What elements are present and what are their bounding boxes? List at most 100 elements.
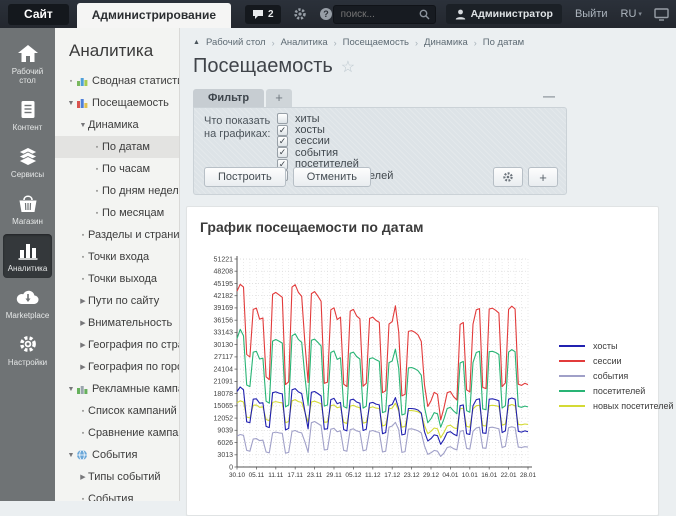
svg-text:33143: 33143 — [214, 330, 234, 337]
sidebar-item-label: Аналитика — [8, 264, 48, 273]
breadcrumb-separator: › — [474, 38, 477, 48]
store-basket-icon — [17, 194, 39, 213]
checkbox-checked[interactable]: ✓ — [277, 147, 288, 158]
sidebar-item-по-дням-недели[interactable]: ▪ По дням недели — [55, 180, 179, 202]
svg-text:30130: 30130 — [214, 342, 234, 349]
help-button[interactable]: ? — [319, 7, 333, 21]
svg-text:23.12: 23.12 — [404, 472, 420, 479]
sidebar-item-label: По месяцам — [102, 207, 164, 219]
sidebar-item-точки-входа[interactable]: ▪ Точки входа — [55, 246, 179, 268]
sidebar-item-label: Внимательность — [88, 317, 172, 329]
sidebar-item-разделы-и-страницы[interactable]: ▪ Разделы и страницы — [55, 224, 179, 246]
sidebar-item-по-месяцам[interactable]: ▪ По месяцам — [55, 202, 179, 224]
legend-item: события — [559, 371, 673, 381]
sidebar-item-типы-событий[interactable]: ▶ Типы событий — [55, 466, 179, 488]
store-icon — [17, 193, 39, 213]
gear-icon — [18, 334, 38, 354]
logout-link[interactable]: Выйти — [575, 8, 608, 20]
sidebar-item-layers[interactable]: Сервисы — [3, 140, 52, 184]
breadcrumb-item[interactable]: Динамика — [424, 37, 468, 48]
layers-icon — [17, 146, 39, 166]
sidebar-item-store[interactable]: Магазин — [3, 187, 52, 231]
user-menu-button[interactable]: Администратор — [446, 4, 562, 24]
tab-filter[interactable]: Фильтр — [193, 89, 264, 107]
cancel-button[interactable]: Отменить — [293, 167, 371, 187]
legend-color-swatch — [559, 375, 585, 377]
breadcrumb-item[interactable]: Аналитика — [281, 37, 328, 48]
checkbox-label: события — [295, 147, 338, 159]
main-content: ▲Рабочий стол›Аналитика›Посещаемость›Дин… — [180, 28, 676, 501]
filter-option-хосты: ✓ хосты — [277, 124, 393, 135]
sidebar-item-события[interactable]: ▼ События — [55, 444, 179, 466]
breadcrumb-separator: › — [334, 38, 337, 48]
page-title: Посещаемость — [193, 55, 333, 78]
sidebar-item-сводная-статистика[interactable]: ▪ Сводная статистика — [55, 70, 179, 92]
sidebar-item-рекламные-кампании[interactable]: ▼ Рекламные кампании — [55, 378, 179, 400]
search-box — [333, 5, 436, 24]
notifications-button[interactable]: 2 — [245, 5, 281, 24]
breadcrumb-home-icon[interactable]: ▲ — [193, 39, 200, 46]
sidebar-item-label: Настройки — [8, 358, 47, 367]
sidebar-item-точки-выхода[interactable]: ▪ Точки выхода — [55, 268, 179, 290]
checkbox-label: сессии — [295, 135, 330, 147]
sidebar-item-география-по-городам[interactable]: ▶ География по городам — [55, 356, 179, 378]
gear-icon — [18, 334, 38, 354]
sidebar-item-посещаемость[interactable]: ▼ Посещаемость — [55, 92, 179, 114]
desktop-view-button[interactable] — [654, 8, 669, 21]
legend-item: посетителей — [559, 386, 673, 396]
language-selector[interactable]: RU ▾ — [621, 8, 642, 20]
svg-text:30.10: 30.10 — [229, 472, 245, 479]
checkbox-checked[interactable]: ✓ — [277, 136, 288, 147]
bullet-icon: ▪ — [78, 430, 88, 437]
add-filter-tab-button[interactable]: + — [266, 89, 292, 107]
sidebar-item-по-часам[interactable]: ▪ По часам — [55, 158, 179, 180]
notification-count: 2 — [268, 9, 274, 20]
breadcrumb-item[interactable]: Рабочий стол — [206, 37, 266, 48]
tab-administration[interactable]: Администрирование — [77, 3, 231, 28]
legend-label: новых посетителей — [593, 401, 673, 411]
sidebar-item-сравнение-кампаний[interactable]: ▪ Сравнение кампаний — [55, 422, 179, 444]
sidebar-item-по-датам[interactable]: ▪ По датам — [55, 136, 179, 158]
favorite-star-icon[interactable]: ☆ — [341, 57, 355, 77]
sidebar-item-label: Сводная статистика — [92, 75, 180, 87]
sidebar-item-пути-по-сайту[interactable]: ▶ Пути по сайту — [55, 290, 179, 312]
chart-legend: хосты сессии события посетителей новых п… — [559, 341, 673, 416]
settings-gear-button[interactable] — [293, 7, 307, 21]
minimize-filter-icon[interactable]: — — [543, 91, 555, 101]
sidebar-item-label: География по странам — [88, 339, 180, 351]
page-title-row: Посещаемость ☆ — [193, 55, 676, 78]
question-icon: ? — [319, 7, 333, 21]
secondary-sidebar: Аналитика ▪ Сводная статистика▼ Посещаем… — [55, 28, 180, 501]
sidebar-item-география-по-странам[interactable]: ▶ География по странам — [55, 334, 179, 356]
sidebar-item-home[interactable]: Рабочий стол — [3, 37, 52, 90]
collapsed-arrow-icon: ▶ — [78, 341, 88, 349]
search-input[interactable] — [339, 8, 419, 21]
sidebar-item-label: Рабочий стол — [3, 67, 52, 85]
svg-text:9039: 9039 — [217, 428, 233, 435]
svg-text:3013: 3013 — [217, 452, 233, 459]
breadcrumb-item[interactable]: Посещаемость — [343, 37, 409, 48]
svg-text:36156: 36156 — [214, 318, 234, 325]
svg-text:12052: 12052 — [214, 415, 234, 422]
checkbox-checked[interactable]: ✓ — [277, 125, 288, 136]
sidebar-item-динамика[interactable]: ▼ Динамика — [55, 114, 179, 136]
sidebar-item-cloud[interactable]: Marketplace — [3, 281, 52, 325]
search-icon[interactable] — [419, 9, 430, 20]
filter-settings-button[interactable] — [493, 167, 523, 187]
sidebar-item-analytics[interactable]: Аналитика — [3, 234, 52, 278]
legend-item: сессии — [559, 356, 673, 366]
filter-option-хиты: хиты — [277, 113, 393, 124]
sidebar-item-внимательность[interactable]: ▶ Внимательность — [55, 312, 179, 334]
breadcrumb-item[interactable]: По датам — [483, 37, 524, 48]
sidebar-item-document[interactable]: Контент — [3, 93, 52, 137]
filter-add-button[interactable]: + — [528, 167, 558, 187]
build-button[interactable]: Построить — [204, 167, 286, 187]
checkbox[interactable] — [277, 113, 288, 124]
sidebar-item-label: Точки входа — [88, 251, 149, 263]
sidebar-item-gear[interactable]: Настройки — [3, 328, 52, 372]
sidebar-item-события[interactable]: ▪ События — [55, 488, 179, 501]
sidebar-item-список-кампаний[interactable]: ▪ Список кампаний — [55, 400, 179, 422]
series-сессии — [237, 284, 528, 420]
chart-bars-icon — [76, 97, 88, 109]
site-tab-button[interactable]: Сайт — [8, 4, 69, 25]
